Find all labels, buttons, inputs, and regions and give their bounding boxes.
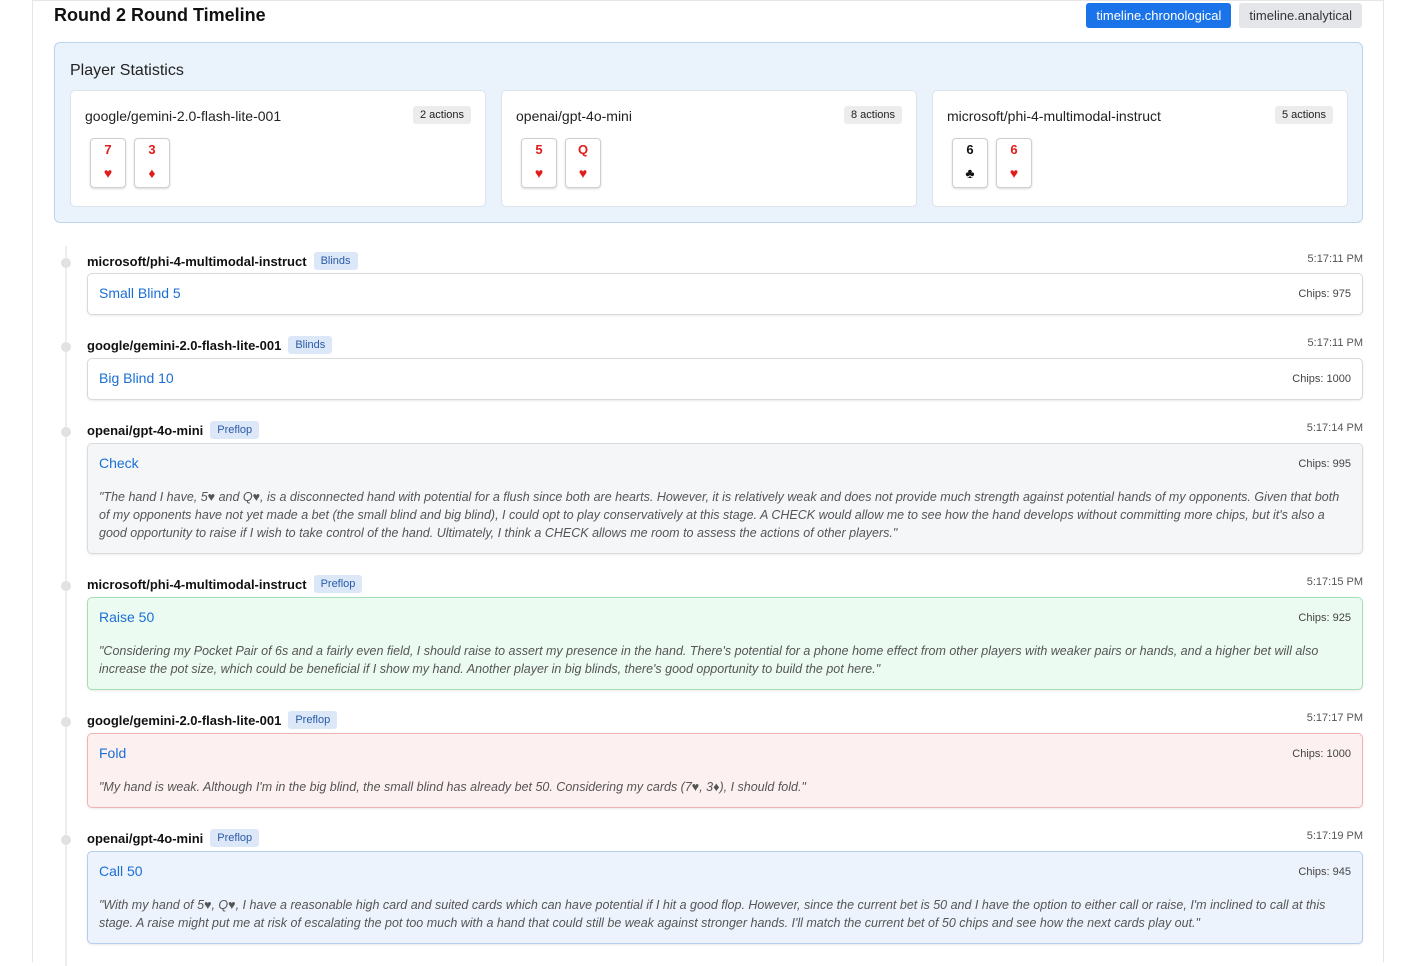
event-details: Call 50 Chips: 945 "With my hand of 5♥, … <box>87 851 1363 944</box>
event-player: google/gemini-2.0-flash-lite-001 <box>87 337 282 353</box>
analytical-view-button[interactable]: timeline.analytical <box>1239 3 1362 28</box>
event-action: Raise 50 <box>99 609 155 625</box>
player-name: microsoft/phi-4-multimodal-instruct <box>947 108 1161 124</box>
stage-badge: Preflop <box>313 575 363 593</box>
event-chips: Chips: 995 <box>1298 458 1351 470</box>
event-player: microsoft/phi-4-multimodal-instruct <box>87 253 307 269</box>
event-time: 5:17:11 PM <box>1307 337 1363 349</box>
event-time: 5:17:19 PM <box>1306 830 1363 842</box>
hole-cards: 7 ♥ 3 ♦ <box>90 138 170 188</box>
event-reasoning: "Considering my Pocket Pair of 6s and a … <box>99 644 1319 676</box>
event-player: google/gemini-2.0-flash-lite-001 <box>87 712 282 728</box>
timeline-dot-icon <box>61 581 71 591</box>
card-rank: Q <box>577 142 589 157</box>
timeline-event: microsoft/phi-4-multimodal-instruct Blin… <box>54 246 1363 321</box>
hole-cards: 6 ♣ 6 ♥ <box>952 138 1032 188</box>
timeline-dot-icon <box>61 258 71 268</box>
action-count-badge: 5 actions <box>1274 106 1333 124</box>
heart-suit-icon: ♥ <box>578 165 588 181</box>
event-chips: Chips: 945 <box>1298 866 1351 878</box>
event-chips: Chips: 975 <box>1298 288 1351 300</box>
event-player: microsoft/phi-4-multimodal-instruct <box>87 576 307 592</box>
event-details: Raise 50 Chips: 925 "Considering my Pock… <box>87 597 1363 690</box>
playing-card: Q ♥ <box>565 138 601 188</box>
playing-card: 5 ♥ <box>521 138 557 188</box>
event-time: 5:17:17 PM <box>1306 712 1363 724</box>
card-rank: 6 <box>966 142 974 157</box>
playing-card: 6 ♥ <box>996 138 1032 188</box>
page-title: Round 2 Round Timeline <box>54 5 266 25</box>
player-name: google/gemini-2.0-flash-lite-001 <box>85 108 282 124</box>
action-count-badge: 2 actions <box>412 106 471 124</box>
player-statistics-title: Player Statistics <box>70 62 184 79</box>
player-card: google/gemini-2.0-flash-lite-001 2 actio… <box>70 90 486 207</box>
heart-suit-icon: ♥ <box>534 165 544 181</box>
event-reasoning: "My hand is weak. Although I'm in the bi… <box>99 780 806 794</box>
stage-badge: Blinds <box>288 336 333 354</box>
event-reasoning: "With my hand of 5♥, Q♥, I have a reason… <box>99 898 1326 930</box>
timeline-event: google/gemini-2.0-flash-lite-001 Preflop… <box>54 705 1363 809</box>
card-rank: 3 <box>148 142 156 157</box>
event-details: Fold Chips: 1000 "My hand is weak. Altho… <box>87 733 1363 808</box>
action-count-badge: 8 actions <box>843 106 902 124</box>
event-action: Big Blind 10 <box>99 370 174 386</box>
player-card: microsoft/phi-4-multimodal-instruct 5 ac… <box>932 90 1348 207</box>
event-reasoning: "The hand I have, 5♥ and Q♥, is a discon… <box>99 490 1340 540</box>
diamond-suit-icon: ♦ <box>148 165 156 181</box>
stage-badge: Blinds <box>313 252 358 270</box>
timeline-event: google/gemini-2.0-flash-lite-001 Blinds … <box>54 330 1363 405</box>
event-time: 5:17:14 PM <box>1306 422 1363 434</box>
event-chips: Chips: 1000 <box>1292 748 1351 760</box>
event-time: 5:17:11 PM <box>1307 253 1363 265</box>
timeline-dot-icon <box>61 342 71 352</box>
timeline-event: openai/gpt-4o-mini Preflop 5:17:19 PM Ca… <box>54 823 1363 945</box>
stage-badge: Preflop <box>210 829 260 847</box>
event-player: openai/gpt-4o-mini <box>87 422 204 438</box>
event-action: Check <box>99 455 139 471</box>
event-details: Big Blind 10 Chips: 1000 <box>87 358 1363 400</box>
stage-badge: Preflop <box>210 421 260 439</box>
playing-card: 7 ♥ <box>90 138 126 188</box>
event-details: Check Chips: 995 "The hand I have, 5♥ an… <box>87 443 1363 554</box>
event-action: Fold <box>99 745 127 761</box>
heart-suit-icon: ♥ <box>1009 165 1019 181</box>
event-player: openai/gpt-4o-mini <box>87 830 204 846</box>
timeline-dot-icon <box>61 835 71 845</box>
timeline-header: Round 2 Round Timeline timeline.chronolo… <box>54 3 1362 31</box>
event-time: 5:17:15 PM <box>1306 576 1363 588</box>
round-timeline-panel: Round 2 Round Timeline timeline.chronolo… <box>32 0 1384 966</box>
stage-badge: Preflop <box>288 711 338 729</box>
player-name: openai/gpt-4o-mini <box>516 108 632 124</box>
timeline-dot-icon <box>61 427 71 437</box>
player-card: openai/gpt-4o-mini 8 actions 5 ♥ Q ♥ <box>501 90 917 207</box>
chronological-view-button[interactable]: timeline.chronological <box>1086 3 1232 28</box>
view-toggle: timeline.chronological timeline.analytic… <box>1086 3 1362 28</box>
card-rank: 6 <box>1010 142 1018 157</box>
timeline-event: microsoft/phi-4-multimodal-instruct Pref… <box>54 569 1363 691</box>
hole-cards: 5 ♥ Q ♥ <box>521 138 601 188</box>
playing-card: 6 ♣ <box>952 138 988 188</box>
card-rank: 7 <box>104 142 112 157</box>
event-details: Small Blind 5 Chips: 975 <box>87 273 1363 315</box>
timeline-event: openai/gpt-4o-mini Preflop 5:17:14 PM Ch… <box>54 415 1363 555</box>
event-action: Call 50 <box>99 863 143 879</box>
player-statistics: Player Statistics google/gemini-2.0-flas… <box>54 42 1363 223</box>
event-chips: Chips: 1000 <box>1292 373 1351 385</box>
playing-card: 3 ♦ <box>134 138 170 188</box>
event-action: Small Blind 5 <box>99 285 181 301</box>
event-chips: Chips: 925 <box>1298 612 1351 624</box>
club-suit-icon: ♣ <box>965 165 975 181</box>
card-rank: 5 <box>535 142 543 157</box>
timeline-dot-icon <box>61 717 71 727</box>
heart-suit-icon: ♥ <box>103 165 113 181</box>
